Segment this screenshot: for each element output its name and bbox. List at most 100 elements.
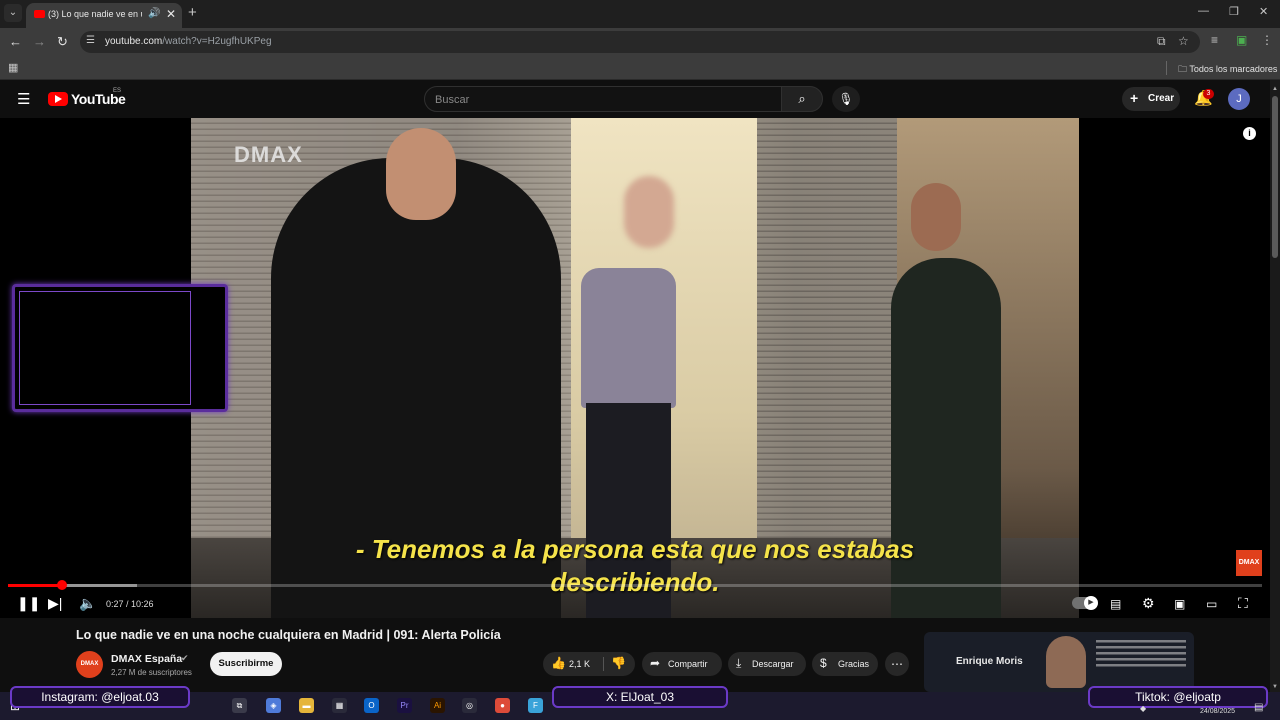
folder-icon: 🗀 [1178, 64, 1190, 74]
subtitle-line-2: describiendo. [550, 567, 720, 597]
illustrator-icon[interactable]: Ai [430, 698, 445, 713]
tab-title: (3) Lo que nadie ve en una noche [48, 9, 142, 19]
browser-toolbar: ← → ↻ ☰ youtube.com/watch?v=H2ugfhUKPeg … [0, 28, 1280, 56]
url-text[interactable]: youtube.com/watch?v=H2ugfhUKPeg [105, 36, 272, 47]
scene-suspect-body [581, 268, 676, 408]
app-f-icon[interactable]: F [528, 698, 543, 713]
sponsored-card[interactable]: Enrique Moris [924, 632, 1194, 692]
tiktok-banner: Tiktok: @eljoatp [1088, 686, 1268, 708]
tab-close-icon[interactable]: ✕ [166, 7, 176, 21]
outlook-icon[interactable]: O [364, 698, 379, 713]
sponsor-name: Enrique Moris [956, 656, 1023, 667]
voice-search-button[interactable]: 🎙 [832, 86, 860, 112]
share-icon: ➦ [650, 656, 661, 670]
video-details: Lo que nadie ve en una noche cualquiera … [0, 618, 1270, 692]
next-icon[interactable]: ▶| [48, 595, 62, 612]
more-actions-button[interactable]: ⋯ [885, 652, 909, 676]
minimize-icon[interactable]: — [1198, 5, 1209, 17]
tray-network-icon[interactable]: ◆ [1140, 704, 1146, 713]
all-bookmarks-label: Todos los marcadores [1189, 64, 1278, 74]
stream-webcam-frame [12, 284, 228, 412]
thanks-button[interactable]: $ Gracias [812, 652, 878, 676]
all-bookmarks-link[interactable]: 🗀 Todos los marcadores [1178, 62, 1277, 78]
video-title: Lo que nadie ve en una noche cualquiera … [76, 628, 501, 642]
chrome-icon[interactable]: ● [495, 698, 510, 713]
create-label: Crear [1148, 93, 1175, 104]
tab-search-button[interactable]: ⌄ [4, 4, 22, 22]
pause-icon[interactable]: ❚❚ [17, 595, 40, 612]
youtube-favicon-icon [34, 10, 45, 18]
x-banner: X: ElJoat_03 [552, 686, 728, 708]
extension-icon[interactable]: ▣ [1236, 33, 1247, 47]
stream-webcam-area [19, 291, 191, 405]
theater-mode-icon[interactable]: ▭ [1206, 597, 1217, 611]
restore-icon[interactable]: ❐ [1229, 5, 1239, 18]
apps-grid-icon[interactable]: ▦ [8, 61, 18, 74]
video-player[interactable]: DMAX - Tenemos a la persona esta que nos… [0, 118, 1270, 618]
youtube-logo-icon[interactable] [48, 92, 68, 106]
miniplayer-icon[interactable]: ▣ [1174, 597, 1185, 611]
fullscreen-icon[interactable]: ⛶ [1238, 595, 1248, 612]
forward-icon[interactable]: → [33, 34, 46, 49]
volume-icon[interactable]: 🔈 [79, 595, 96, 612]
progress-bar[interactable] [8, 584, 1262, 587]
user-avatar[interactable]: J [1228, 88, 1250, 110]
url-host: youtube.com [105, 36, 163, 47]
url-path: /watch?v=H2ugfhUKPeg [162, 36, 272, 47]
subtitles-icon[interactable]: ▤ [1110, 597, 1121, 611]
scroll-down-icon[interactable]: ▼ [1272, 684, 1278, 690]
search-button[interactable]: ⌕ [781, 86, 823, 112]
taskbar-date[interactable]: 24/08/2025 [1200, 708, 1235, 715]
like-icon[interactable]: 👍 [551, 656, 566, 670]
browser-menu-icon[interactable]: ⋮ [1261, 33, 1273, 47]
download-icon: ⤓ [736, 656, 742, 670]
reload-icon[interactable]: ↻ [57, 34, 68, 50]
browser-tab-strip: ⌄ (3) Lo que nadie ve en una noche 🔊 ✕ +… [0, 0, 1280, 28]
verified-badge-icon: ✔ [181, 653, 189, 663]
search-input[interactable]: Buscar [424, 86, 782, 112]
channel-avatar[interactable]: DMAX [76, 651, 103, 678]
subscribe-button[interactable]: Suscribirme [210, 652, 282, 676]
thanks-icon: $ [820, 656, 827, 670]
create-button[interactable]: + Crear [1122, 87, 1180, 111]
channel-watermark-logo[interactable]: DMAX [1236, 550, 1262, 576]
search-placeholder: Buscar [435, 94, 470, 106]
share-button[interactable]: ➦ Compartir [642, 652, 722, 676]
like-count[interactable]: 2,1 K [569, 659, 590, 669]
like-dislike-group: 👍 2,1 K 👎 [543, 652, 635, 676]
back-icon[interactable]: ← [9, 34, 22, 49]
address-bar[interactable]: ☰ youtube.com/watch?v=H2ugfhUKPeg ⧉ ☆ [80, 31, 1200, 53]
download-label: Descargar [752, 659, 794, 669]
youtube-header: ☰ YouTube ES Buscar ⌕ 🎙 + Crear 🔔 3 J [0, 80, 1270, 118]
bookmark-star-icon[interactable]: ☆ [1178, 34, 1189, 48]
subtitle-line-1: - Tenemos a la persona esta que nos esta… [355, 534, 915, 564]
autoplay-knob-icon[interactable]: ▶ [1084, 596, 1098, 610]
hamburger-menu-icon[interactable]: ☰ [17, 90, 30, 108]
dmax-watermark: DMAX [234, 142, 303, 167]
channel-name[interactable]: DMAX España [111, 653, 182, 665]
cast-icon[interactable]: ⧉ [1157, 34, 1166, 49]
scroll-up-icon[interactable]: ▲ [1272, 86, 1278, 92]
task-view-icon[interactable]: ⧉ [232, 698, 247, 713]
progress-scrubber[interactable] [56, 580, 67, 590]
video-info-icon[interactable]: i [1243, 127, 1256, 140]
new-tab-button[interactable]: + [188, 4, 197, 21]
dislike-icon[interactable]: 👎 [611, 656, 626, 670]
audio-playing-icon[interactable]: 🔊 [148, 8, 160, 19]
premiere-icon[interactable]: Pr [397, 698, 412, 713]
scrollbar-thumb[interactable] [1272, 96, 1278, 258]
microphone-icon: 🎙 [838, 92, 854, 106]
notification-center-icon[interactable]: ▤ [1254, 702, 1263, 713]
obs-icon[interactable]: ◎ [462, 698, 477, 713]
copilot-icon[interactable]: ◈ [266, 698, 281, 713]
store-icon[interactable]: ▦ [332, 698, 347, 713]
media-control-icon[interactable]: ≡ [1211, 33, 1218, 47]
settings-gear-icon[interactable]: ⚙ [1142, 595, 1155, 612]
search-icon: ⌕ [798, 91, 806, 106]
site-info-icon[interactable]: ☰ [86, 35, 95, 46]
browser-tab-youtube[interactable]: (3) Lo que nadie ve en una noche 🔊 ✕ [26, 3, 182, 28]
window-close-icon[interactable]: ✕ [1259, 5, 1268, 18]
file-explorer-icon[interactable]: ▬ [299, 698, 314, 713]
download-button[interactable]: ⤓ Descargar [728, 652, 806, 676]
video-frame[interactable]: DMAX - Tenemos a la persona esta que nos… [191, 118, 1079, 618]
